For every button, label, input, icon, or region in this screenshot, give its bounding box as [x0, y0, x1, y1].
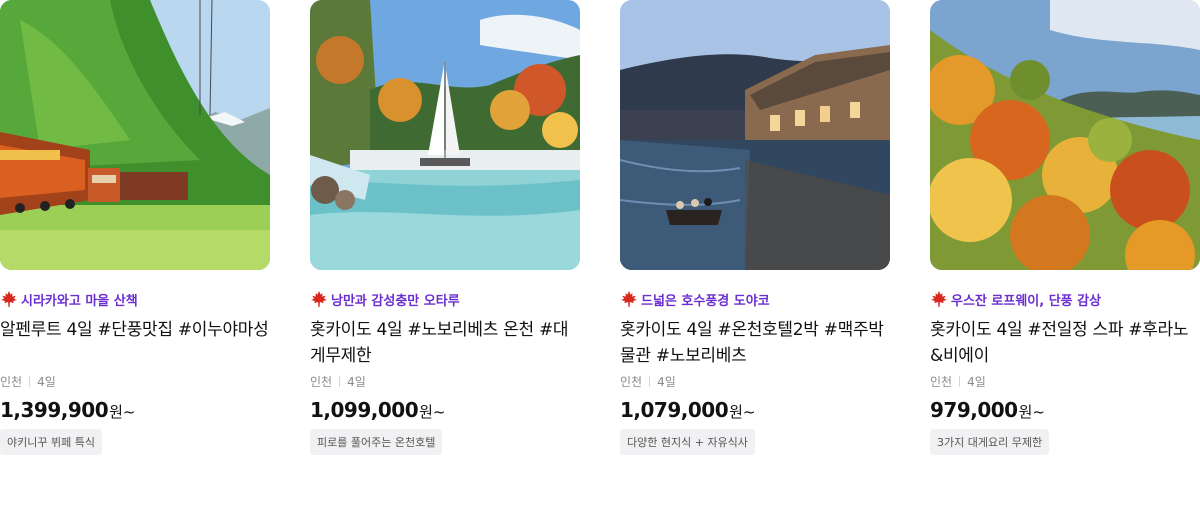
- product-card[interactable]: 드넓은 호수풍경 도야코 홋카이도 4일 #온천호텔2박 #맥주박물관 #노보리…: [620, 0, 890, 455]
- product-title[interactable]: 홋카이도 4일 #노보리베츠 온천 #대게무제한: [310, 317, 580, 369]
- product-title[interactable]: 홋카이도 4일 #전일정 스파 #후라노&비에이: [930, 317, 1200, 369]
- meta-divider: [339, 375, 341, 387]
- price-amount: 979,000: [930, 398, 1018, 422]
- product-tagline: 낭만과 감성충만 오타루: [310, 290, 580, 309]
- trip-duration: 4일: [347, 374, 366, 389]
- product-tagline: 우스잔 로프웨이, 단풍 감상: [930, 290, 1200, 309]
- product-tagline: 드넓은 호수풍경 도야코: [620, 290, 890, 309]
- product-meta: 인천 4일: [0, 373, 270, 389]
- price-unit: 원~: [419, 403, 446, 421]
- feature-badge: 3가지 대게요리 무제한: [930, 429, 1050, 455]
- product-image[interactable]: [310, 0, 580, 270]
- product-card[interactable]: 우스잔 로프웨이, 단풍 감상 홋카이도 4일 #전일정 스파 #후라노&비에이…: [930, 0, 1200, 455]
- maple-leaf-icon: [0, 290, 18, 308]
- product-meta: 인천 4일: [930, 373, 1200, 389]
- feature-badge: 야키니꾸 뷔페 특식: [0, 429, 102, 455]
- meta-divider: [29, 375, 31, 387]
- tagline-text: 시라카와고 마을 산책: [21, 293, 138, 309]
- product-title[interactable]: 홋카이도 4일 #온천호텔2박 #맥주박물관 #노보리베츠: [620, 317, 890, 369]
- product-card[interactable]: 낭만과 감성충만 오타루 홋카이도 4일 #노보리베츠 온천 #대게무제한 인천…: [310, 0, 580, 455]
- product-meta: 인천 4일: [310, 373, 580, 389]
- product-price: 1,079,000 원~: [620, 398, 890, 424]
- product-card-list: 시라카와고 마을 산책 알펜루트 4일 #단풍맛집 #이누야마성 인천 4일 1…: [0, 0, 1200, 516]
- price-amount: 1,099,000: [310, 398, 419, 422]
- product-image[interactable]: [0, 0, 270, 270]
- product-price: 1,099,000 원~: [310, 398, 580, 424]
- product-meta: 인천 4일: [620, 373, 890, 389]
- meta-divider: [959, 375, 961, 387]
- product-image[interactable]: [620, 0, 890, 270]
- trip-duration: 4일: [967, 374, 986, 389]
- product-card[interactable]: 시라카와고 마을 산책 알펜루트 4일 #단풍맛집 #이누야마성 인천 4일 1…: [0, 0, 270, 455]
- maple-leaf-icon: [310, 290, 328, 308]
- tagline-text: 낭만과 감성충만 오타루: [331, 293, 460, 309]
- departure-city: 인천: [310, 374, 333, 389]
- product-title[interactable]: 알펜루트 4일 #단풍맛집 #이누야마성: [0, 317, 270, 369]
- price-unit: 원~: [729, 403, 756, 421]
- departure-city: 인천: [930, 374, 953, 389]
- tagline-text: 우스잔 로프웨이, 단풍 감상: [951, 293, 1102, 309]
- product-price: 1,399,900 원~: [0, 398, 270, 424]
- trip-duration: 4일: [37, 374, 56, 389]
- feature-badge: 피로를 풀어주는 온천호텔: [310, 429, 443, 455]
- maple-leaf-icon: [620, 290, 638, 308]
- departure-city: 인천: [0, 374, 23, 389]
- meta-divider: [649, 375, 651, 387]
- price-unit: 원~: [1018, 403, 1045, 421]
- price-unit: 원~: [109, 403, 136, 421]
- price-amount: 1,079,000: [620, 398, 729, 422]
- trip-duration: 4일: [657, 374, 676, 389]
- price-amount: 1,399,900: [0, 398, 109, 422]
- maple-leaf-icon: [930, 290, 948, 308]
- tagline-text: 드넓은 호수풍경 도야코: [641, 293, 770, 309]
- product-tagline: 시라카와고 마을 산책: [0, 290, 270, 309]
- departure-city: 인천: [620, 374, 643, 389]
- product-price: 979,000 원~: [930, 398, 1200, 424]
- feature-badge: 다양한 현지식 + 자유식사: [620, 429, 755, 455]
- product-image[interactable]: [930, 0, 1200, 270]
